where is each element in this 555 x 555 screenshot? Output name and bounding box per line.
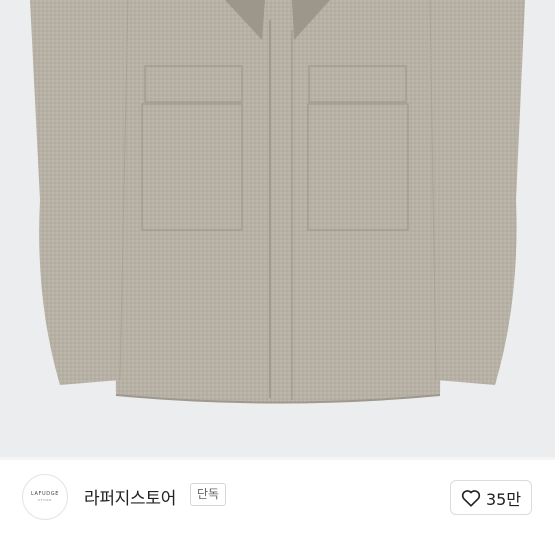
store-name[interactable]: 라퍼지스토어 [84, 484, 176, 509]
seller-logo-text: LAFUDGE [31, 491, 59, 497]
seller-logo-subtext: STORE [37, 498, 53, 502]
seller-avatar[interactable]: LAFUDGE STORE [22, 474, 68, 520]
jacket-illustration [30, 0, 525, 404]
product-image[interactable] [0, 0, 555, 457]
heart-icon [461, 489, 481, 507]
seller-bar: LAFUDGE STORE 라퍼지스토어 단독 35만 [0, 460, 555, 555]
like-count: 35만 [485, 489, 522, 509]
exclusive-badge: 단독 [190, 483, 227, 506]
like-button[interactable]: 35만 [450, 480, 532, 515]
